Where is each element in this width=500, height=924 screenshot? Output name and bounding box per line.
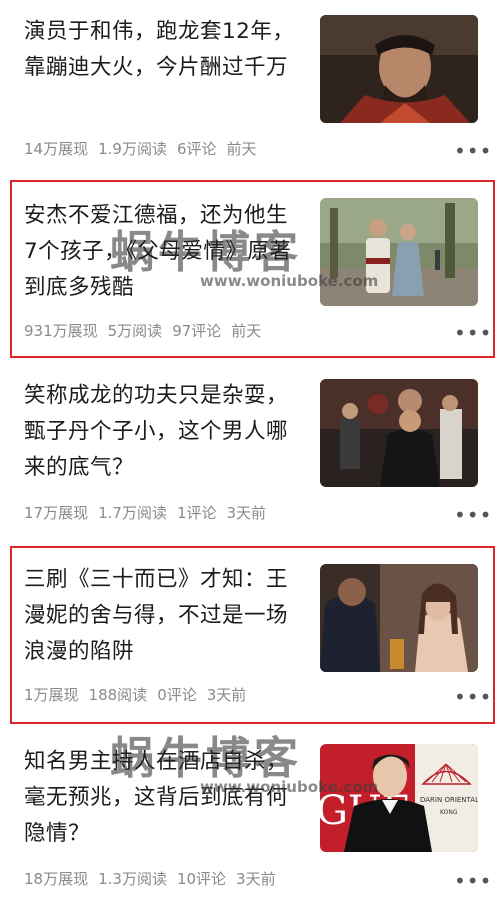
article-stats: 18万展现 1.3万阅读 10评论 3天前	[24, 868, 286, 889]
impressions-count: 1万展现	[24, 686, 79, 704]
publish-time: 前天	[231, 322, 262, 340]
article-title[interactable]: 笑称成龙的功夫只是杂耍，甄子丹个子小，这个男人哪来的底气？	[24, 378, 302, 486]
thumbnail-image	[320, 564, 478, 672]
thumbnail-image	[320, 198, 478, 306]
thumbnail-image	[320, 379, 478, 487]
thumbnail-image: GUE DARIN ORIENTAL KONG	[320, 744, 478, 852]
publish-time: 3天前	[236, 870, 276, 888]
article-feed: 演员于和伟，跑龙套12年，靠蹦迪大火，今片酬过千万 14万展现 1.9万阅读 6评论…	[0, 0, 500, 924]
article-item[interactable]: 演员于和伟，跑龙套12年，靠蹦迪大火，今片酬过千万 14万展现 1.9万阅读 6评论…	[0, 0, 500, 182]
article-stats: 931万展现 5万阅读 97评论 前天	[24, 320, 271, 341]
article-stats: 17万展现 1.7万阅读 1评论 3天前	[24, 502, 276, 523]
comments-count: 1评论	[176, 504, 217, 522]
article-title[interactable]: 演员于和伟，跑龙套12年，靠蹦迪大火，今片酬过千万	[24, 14, 302, 86]
comments-count: 10评论	[176, 870, 227, 888]
article-title[interactable]: 安杰不爱江德福，还为他生7个孩子，《父母爱情》原著到底多残酷	[24, 198, 302, 306]
article-stats: 14万展现 1.9万阅读 6评论 前天	[24, 138, 267, 159]
more-options-icon[interactable]: •••	[454, 505, 492, 525]
article-thumbnail[interactable]	[320, 198, 478, 306]
reads-count: 1.3万阅读	[98, 870, 167, 888]
article-thumbnail[interactable]	[320, 379, 478, 487]
more-options-icon[interactable]: •••	[454, 323, 492, 343]
article-item[interactable]: 安杰不爱江德福，还为他生7个孩子，《父母爱情》原著到底多残酷 931万展现 5万阅…	[0, 180, 500, 362]
reads-count: 1.9万阅读	[98, 140, 167, 158]
impressions-count: 18万展现	[24, 870, 89, 888]
thumbnail-image	[320, 15, 478, 123]
reads-count: 5万阅读	[107, 322, 163, 340]
reads-count: 188阅读	[88, 686, 148, 704]
publish-time: 3天前	[226, 504, 267, 522]
article-thumbnail[interactable]: GUE DARIN ORIENTAL KONG	[320, 744, 478, 852]
article-thumbnail[interactable]	[320, 15, 478, 123]
impressions-count: 931万展现	[24, 322, 98, 340]
publish-time: 前天	[226, 140, 257, 158]
article-title[interactable]: 三刷《三十而已》才知：王漫妮的舍与得，不过是一场浪漫的陷阱	[24, 562, 302, 670]
more-options-icon[interactable]: •••	[454, 871, 492, 891]
comments-count: 97评论	[172, 322, 222, 340]
article-item[interactable]: 知名男主持人在酒店自杀，毫无预兆，这背后到底有何隐情？ GUE DARIN OR…	[0, 732, 500, 914]
reads-count: 1.7万阅读	[98, 504, 167, 522]
poster-subtext: KONG	[440, 809, 458, 816]
article-item[interactable]: 三刷《三十而已》才知：王漫妮的舍与得，不过是一场浪漫的陷阱 1万展现 188阅读 0…	[0, 546, 500, 728]
publish-time: 3天前	[206, 686, 247, 704]
article-stats: 1万展现 188阅读 0评论 3天前	[24, 684, 256, 705]
impressions-count: 14万展现	[24, 140, 89, 158]
article-title[interactable]: 知名男主持人在酒店自杀，毫无预兆，这背后到底有何隐情？	[24, 744, 302, 852]
article-item[interactable]: 笑称成龙的功夫只是杂耍，甄子丹个子小，这个男人哪来的底气？ 17万展现 1.7万阅…	[0, 364, 500, 546]
article-thumbnail[interactable]	[320, 564, 478, 672]
more-options-icon[interactable]: •••	[454, 687, 492, 707]
impressions-count: 17万展现	[24, 504, 89, 522]
poster-subtext: DARIN ORIENTAL	[420, 796, 478, 804]
comments-count: 0评论	[157, 686, 197, 704]
more-options-icon[interactable]: •••	[454, 141, 492, 161]
comments-count: 6评论	[176, 140, 217, 158]
